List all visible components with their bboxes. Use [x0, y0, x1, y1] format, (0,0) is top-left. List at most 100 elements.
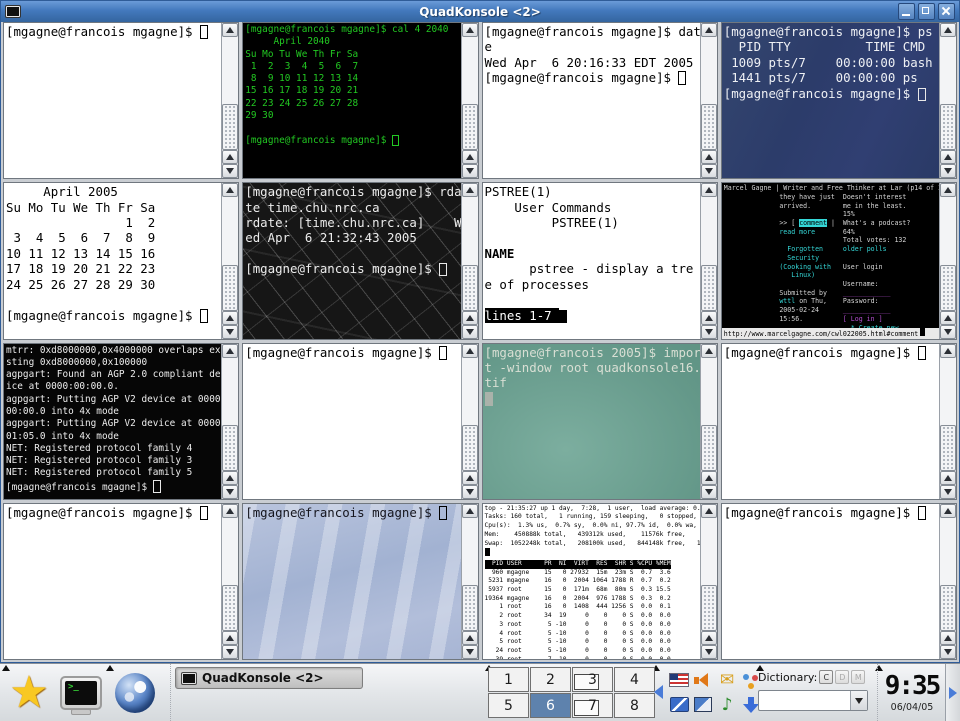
- scrollbar[interactable]: [939, 344, 956, 499]
- scroll-up-button[interactable]: [222, 471, 238, 485]
- scroll-up-button[interactable]: [222, 23, 238, 37]
- scroll-down-button[interactable]: [701, 485, 717, 499]
- tray-collapse-arrow-icon[interactable]: [654, 685, 663, 699]
- scrollbar[interactable]: [461, 504, 478, 659]
- scrollbar-thumb[interactable]: [462, 425, 478, 471]
- scroll-up-button[interactable]: [222, 344, 238, 358]
- keyboard-layout-us-icon[interactable]: [669, 673, 689, 687]
- scroll-up-button[interactable]: [701, 183, 717, 197]
- pager-desktop-3[interactable]: 3: [572, 667, 613, 692]
- scrollbar[interactable]: [221, 504, 238, 659]
- scrollbar[interactable]: [461, 344, 478, 499]
- pager-desktop-7[interactable]: 7: [572, 693, 613, 718]
- combobox-dropdown-button[interactable]: [850, 691, 867, 710]
- scroll-down-button[interactable]: [940, 485, 956, 499]
- scroll-up-button[interactable]: [462, 183, 478, 197]
- scroll-up-button[interactable]: [222, 311, 238, 325]
- scroll-up-button[interactable]: [222, 504, 238, 518]
- pager-desktop-6[interactable]: 6: [530, 693, 571, 718]
- terminal-screen[interactable]: [mgagne@francois mgagne]$: [722, 504, 939, 659]
- scroll-up-button[interactable]: [701, 23, 717, 37]
- scroll-down-button[interactable]: [222, 485, 238, 499]
- scroll-down-button[interactable]: [701, 164, 717, 178]
- scrollbar-track[interactable]: [222, 358, 238, 471]
- scrollbar-track[interactable]: [940, 197, 956, 310]
- scrollbar-thumb[interactable]: [701, 585, 717, 631]
- terminal-launcher-icon[interactable]: [58, 670, 104, 716]
- scroll-up-button[interactable]: [462, 504, 478, 518]
- scroll-up-button[interactable]: [222, 183, 238, 197]
- scroll-up-button[interactable]: [940, 150, 956, 164]
- volume-icon[interactable]: [693, 671, 713, 689]
- scroll-down-button[interactable]: [462, 645, 478, 659]
- scroll-up-button[interactable]: [462, 344, 478, 358]
- scrollbar[interactable]: [700, 504, 717, 659]
- web-browser-globe-icon[interactable]: [112, 670, 158, 716]
- terminal-screen[interactable]: top - 21:35:27 up 1 day, 7:28, 1 user, l…: [483, 504, 700, 659]
- terminal-screen[interactable]: mtrr: 0xd8000000,0x4000000 overlaps exi …: [4, 344, 221, 499]
- scrollbar-track[interactable]: [940, 37, 956, 150]
- scrollbar[interactable]: [939, 504, 956, 659]
- scrollbar-track[interactable]: [701, 37, 717, 150]
- scrollbar[interactable]: [700, 344, 717, 499]
- terminal-screen[interactable]: [mgagne@francois 2005]$ impor t -window …: [483, 344, 700, 499]
- scrollbar-track[interactable]: [701, 358, 717, 471]
- scrollbar[interactable]: [461, 23, 478, 178]
- scroll-up-button[interactable]: [222, 631, 238, 645]
- pager-desktop-2[interactable]: 2: [530, 667, 571, 692]
- restore-button[interactable]: [918, 3, 935, 20]
- scroll-up-button[interactable]: [940, 183, 956, 197]
- terminal-screen[interactable]: [mgagne@francois mgagne]$: [243, 344, 460, 499]
- scrollbar-track[interactable]: [222, 518, 238, 631]
- scroll-down-button[interactable]: [462, 164, 478, 178]
- scrollbar-thumb[interactable]: [940, 104, 956, 150]
- pager-desktop-8[interactable]: 8: [614, 693, 655, 718]
- desktop-sharing-icon[interactable]: [670, 697, 689, 712]
- scrollbar-track[interactable]: [462, 518, 478, 631]
- scroll-down-button[interactable]: [222, 325, 238, 339]
- terminal-screen[interactable]: [mgagne@francois mgagne]$: [722, 344, 939, 499]
- terminal-screen[interactable]: [mgagne@francois mgagne]$: [4, 23, 221, 178]
- terminal-screen[interactable]: [mgagne@francois mgagne]$ ps PID TTY TIM…: [722, 23, 939, 178]
- scroll-up-button[interactable]: [701, 150, 717, 164]
- scrollbar-track[interactable]: [940, 358, 956, 471]
- scroll-up-button[interactable]: [940, 471, 956, 485]
- scrollbar-thumb[interactable]: [222, 265, 238, 311]
- scroll-up-button[interactable]: [462, 150, 478, 164]
- scroll-down-button[interactable]: [222, 645, 238, 659]
- scrollbar-thumb[interactable]: [462, 585, 478, 631]
- scrollbar-thumb[interactable]: [701, 425, 717, 471]
- dictionary-d-button[interactable]: D: [835, 670, 849, 684]
- scrollbar[interactable]: [221, 183, 238, 338]
- close-button[interactable]: [938, 3, 955, 20]
- scroll-up-button[interactable]: [940, 344, 956, 358]
- scroll-down-button[interactable]: [940, 325, 956, 339]
- scrollbar-track[interactable]: [462, 37, 478, 150]
- title-bar[interactable]: QuadKonsole <2>: [1, 1, 959, 22]
- scrollbar-thumb[interactable]: [940, 265, 956, 311]
- terminal-screen[interactable]: [mgagne@francois mgagne]$ cal 4 2040 Apr…: [243, 23, 460, 178]
- scroll-up-button[interactable]: [462, 471, 478, 485]
- scroll-up-button[interactable]: [462, 23, 478, 37]
- scrollbar-thumb[interactable]: [222, 585, 238, 631]
- scrollbar-thumb[interactable]: [701, 104, 717, 150]
- scroll-down-button[interactable]: [222, 164, 238, 178]
- scrollbar-thumb[interactable]: [222, 425, 238, 471]
- terminal-screen[interactable]: [mgagne@francois mgagne]$ dat e Wed Apr …: [483, 23, 700, 178]
- scroll-down-button[interactable]: [462, 325, 478, 339]
- window-list-icon[interactable]: [694, 697, 712, 712]
- pager-desktop-1[interactable]: 1: [488, 667, 529, 692]
- terminal-screen[interactable]: [mgagne@francois mgagne]$: [4, 504, 221, 659]
- scroll-up-button[interactable]: [940, 23, 956, 37]
- terminal-screen[interactable]: April 2005 Su Mo Tu We Th Fr Sa 1 2 3 4 …: [4, 183, 221, 338]
- scrollbar-track[interactable]: [222, 37, 238, 150]
- panel-hide-button[interactable]: [945, 664, 960, 721]
- scrollbar[interactable]: [939, 23, 956, 178]
- scroll-down-button[interactable]: [701, 645, 717, 659]
- scroll-up-button[interactable]: [462, 631, 478, 645]
- scroll-up-button[interactable]: [462, 311, 478, 325]
- clock-applet[interactable]: 9:35 06/04/05: [877, 664, 946, 721]
- dictionary-combobox[interactable]: [758, 690, 868, 711]
- terminal-screen[interactable]: PSTREE(1) User Commands PSTREE(1) NAME p…: [483, 183, 700, 338]
- terminal-screen[interactable]: [mgagne@francois mgagne]$: [243, 504, 460, 659]
